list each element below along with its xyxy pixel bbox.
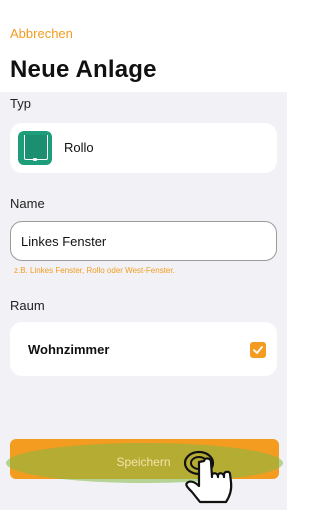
- type-selector[interactable]: Rollo: [10, 123, 277, 173]
- header: Abbrechen Neue Anlage: [0, 0, 287, 92]
- type-name: Rollo: [64, 140, 94, 155]
- type-section-label: Typ: [10, 96, 31, 111]
- room-name: Wohnzimmer: [28, 342, 110, 357]
- room-list-item[interactable]: Wohnzimmer: [10, 322, 277, 376]
- roller-shutter-icon: [18, 131, 52, 165]
- cancel-button[interactable]: Abbrechen: [10, 26, 73, 41]
- save-button-label: Speichern: [116, 455, 171, 469]
- name-input[interactable]: [10, 221, 277, 261]
- room-section-label: Raum: [10, 298, 45, 313]
- name-section-label: Name: [10, 196, 45, 211]
- new-device-screen: Abbrechen Neue Anlage Typ Rollo Name z.B…: [0, 0, 287, 510]
- room-checkbox[interactable]: [250, 342, 266, 358]
- checkmark-icon: [253, 346, 263, 354]
- page-title: Neue Anlage: [10, 56, 157, 83]
- name-hint: z.B. Linkes Fenster, Rollo oder West-Fen…: [14, 266, 175, 275]
- hand-pointer-icon: [183, 450, 233, 504]
